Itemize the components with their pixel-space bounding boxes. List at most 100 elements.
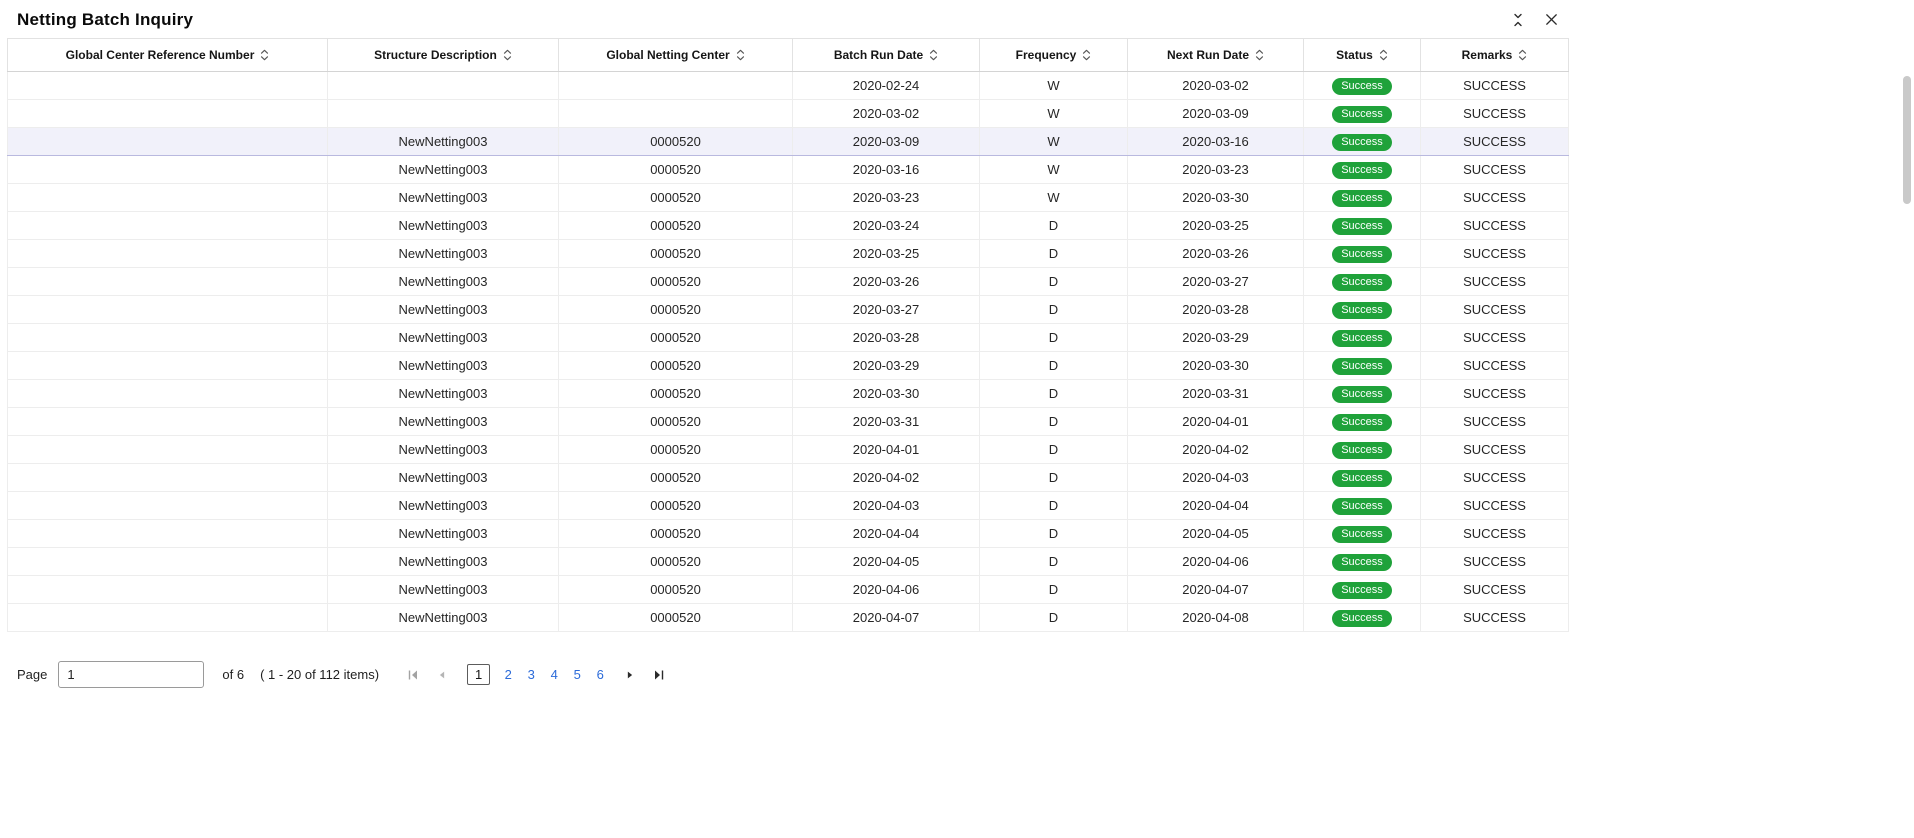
cell: NewNetting003 [327, 407, 559, 436]
status-badge: Success [1332, 217, 1392, 235]
cell: 2020-04-03 [1127, 463, 1304, 492]
table-row[interactable]: NewNetting003 0000520 2020-03-28 D 2020-03-2… [7, 323, 1569, 352]
column-header-7[interactable]: Status [1303, 38, 1421, 72]
column-header-2[interactable]: Structure Description [327, 38, 559, 72]
items-range-label: ( 1 - 20 of 112 items) [260, 667, 380, 682]
page-number-5[interactable]: 5 [572, 667, 582, 682]
cell: 2020-04-02 [792, 463, 980, 492]
status-badge: Success [1332, 301, 1392, 319]
table-row[interactable]: NewNetting003 0000520 2020-04-05 D 2020-04-0… [7, 547, 1569, 576]
sort-icon[interactable] [1379, 49, 1388, 61]
next-page-icon[interactable] [622, 667, 638, 683]
status-cell: Success [1303, 99, 1421, 128]
cell: 2020-03-26 [792, 267, 980, 296]
cell: 2020-03-30 [1127, 183, 1304, 212]
page-number-1[interactable]: 1 [467, 664, 491, 685]
table-row[interactable]: NewNetting003 0000520 2020-04-01 D 2020-04-0… [7, 435, 1569, 464]
table-row[interactable]: NewNetting003 0000520 2020-03-29 D 2020-03-3… [7, 351, 1569, 380]
cell: 0000520 [558, 463, 793, 492]
cell: D [979, 575, 1128, 604]
table-row[interactable]: NewNetting003 0000520 2020-03-25 D 2020-03-2… [7, 239, 1569, 268]
cell: SUCCESS [1420, 127, 1569, 156]
cell: NewNetting003 [327, 239, 559, 268]
status-badge: Success [1332, 525, 1392, 543]
cell: D [979, 603, 1128, 632]
status-cell: Success [1303, 211, 1421, 240]
table-row[interactable]: NewNetting003 0000520 2020-03-24 D 2020-03-2… [7, 211, 1569, 240]
sort-icon[interactable] [503, 49, 512, 61]
cell: 2020-04-04 [792, 519, 980, 548]
table-row[interactable]: NewNetting003 0000520 2020-04-02 D 2020-04-0… [7, 463, 1569, 492]
batch-inquiry-table: Global Center Reference Number Structure … [7, 38, 1569, 632]
column-header-6[interactable]: Next Run Date [1127, 38, 1304, 72]
column-header-8[interactable]: Remarks [1420, 38, 1569, 72]
sort-icon[interactable] [736, 49, 745, 61]
table-row[interactable]: 2020-03-02 W 2020-03-09 Success SUCCESS [7, 99, 1569, 128]
table-row[interactable]: NewNetting003 0000520 2020-03-16 W 2020-03-2… [7, 155, 1569, 184]
cell [327, 71, 559, 100]
cell: SUCCESS [1420, 267, 1569, 296]
titlebar-icons [1509, 11, 1560, 29]
column-header-label: Next Run Date [1166, 48, 1249, 63]
sort-icon[interactable] [1255, 49, 1264, 61]
cell: SUCCESS [1420, 407, 1569, 436]
table-row[interactable]: NewNetting003 0000520 2020-03-26 D 2020-03-2… [7, 267, 1569, 296]
status-badge: Success [1332, 245, 1392, 263]
page-number-4[interactable]: 4 [549, 667, 559, 682]
cell: NewNetting003 [327, 155, 559, 184]
table-row[interactable]: NewNetting003 0000520 2020-03-09 W 2020-03-1… [7, 127, 1569, 156]
table-row[interactable]: NewNetting003 0000520 2020-03-30 D 2020-03-3… [7, 379, 1569, 408]
page-number-3[interactable]: 3 [526, 667, 536, 682]
cell: 2020-03-02 [792, 99, 980, 128]
cell [7, 379, 328, 408]
page-input[interactable] [58, 661, 205, 688]
cell: 2020-03-29 [1127, 323, 1304, 352]
column-header-5[interactable]: Frequency [979, 38, 1128, 72]
sort-icon[interactable] [1518, 49, 1527, 61]
sort-icon[interactable] [260, 49, 269, 61]
close-icon[interactable] [1542, 11, 1560, 29]
status-badge: Success [1332, 77, 1392, 95]
table-row[interactable]: NewNetting003 0000520 2020-04-03 D 2020-04-0… [7, 491, 1569, 520]
cell: 2020-03-30 [1127, 351, 1304, 380]
cell: D [979, 407, 1128, 436]
status-cell: Success [1303, 547, 1421, 576]
cell: 0000520 [558, 183, 793, 212]
first-page-icon[interactable] [405, 667, 421, 683]
cell: 2020-04-04 [1127, 491, 1304, 520]
cell [558, 99, 793, 128]
sort-icon[interactable] [1082, 49, 1091, 61]
table-row[interactable]: NewNetting003 0000520 2020-03-23 W 2020-03-3… [7, 183, 1569, 212]
table-row[interactable]: NewNetting003 0000520 2020-03-27 D 2020-03-2… [7, 295, 1569, 324]
status-badge: Success [1332, 497, 1392, 515]
table-row[interactable]: NewNetting003 0000520 2020-04-04 D 2020-04-0… [7, 519, 1569, 548]
page-number-2[interactable]: 2 [503, 667, 513, 682]
sort-icon[interactable] [929, 49, 938, 61]
column-header-3[interactable]: Global Netting Center [558, 38, 793, 72]
cell: NewNetting003 [327, 127, 559, 156]
page-number-6[interactable]: 6 [595, 667, 605, 682]
previous-page-icon[interactable] [434, 667, 450, 683]
collapse-icon[interactable] [1509, 11, 1527, 29]
status-cell: Success [1303, 575, 1421, 604]
scrollbar-thumb[interactable] [1903, 76, 1911, 204]
cell: SUCCESS [1420, 99, 1569, 128]
cell: 0000520 [558, 491, 793, 520]
cell: 2020-03-30 [792, 379, 980, 408]
table-row[interactable]: NewNetting003 0000520 2020-04-06 D 2020-04-0… [7, 575, 1569, 604]
column-header-4[interactable]: Batch Run Date [792, 38, 980, 72]
table-row[interactable]: NewNetting003 0000520 2020-03-31 D 2020-04-0… [7, 407, 1569, 436]
column-header-label: Status [1336, 48, 1373, 63]
cell [7, 295, 328, 324]
status-cell: Success [1303, 407, 1421, 436]
table-row[interactable]: 2020-02-24 W 2020-03-02 Success SUCCESS [7, 71, 1569, 100]
cell [558, 71, 793, 100]
status-badge: Success [1332, 441, 1392, 459]
cell: 0000520 [558, 295, 793, 324]
cell: 0000520 [558, 351, 793, 380]
table-row[interactable]: NewNetting003 0000520 2020-04-07 D 2020-04-0… [7, 603, 1569, 632]
cell [7, 435, 328, 464]
cell [7, 463, 328, 492]
column-header-1[interactable]: Global Center Reference Number [7, 38, 328, 72]
last-page-icon[interactable] [651, 667, 667, 683]
